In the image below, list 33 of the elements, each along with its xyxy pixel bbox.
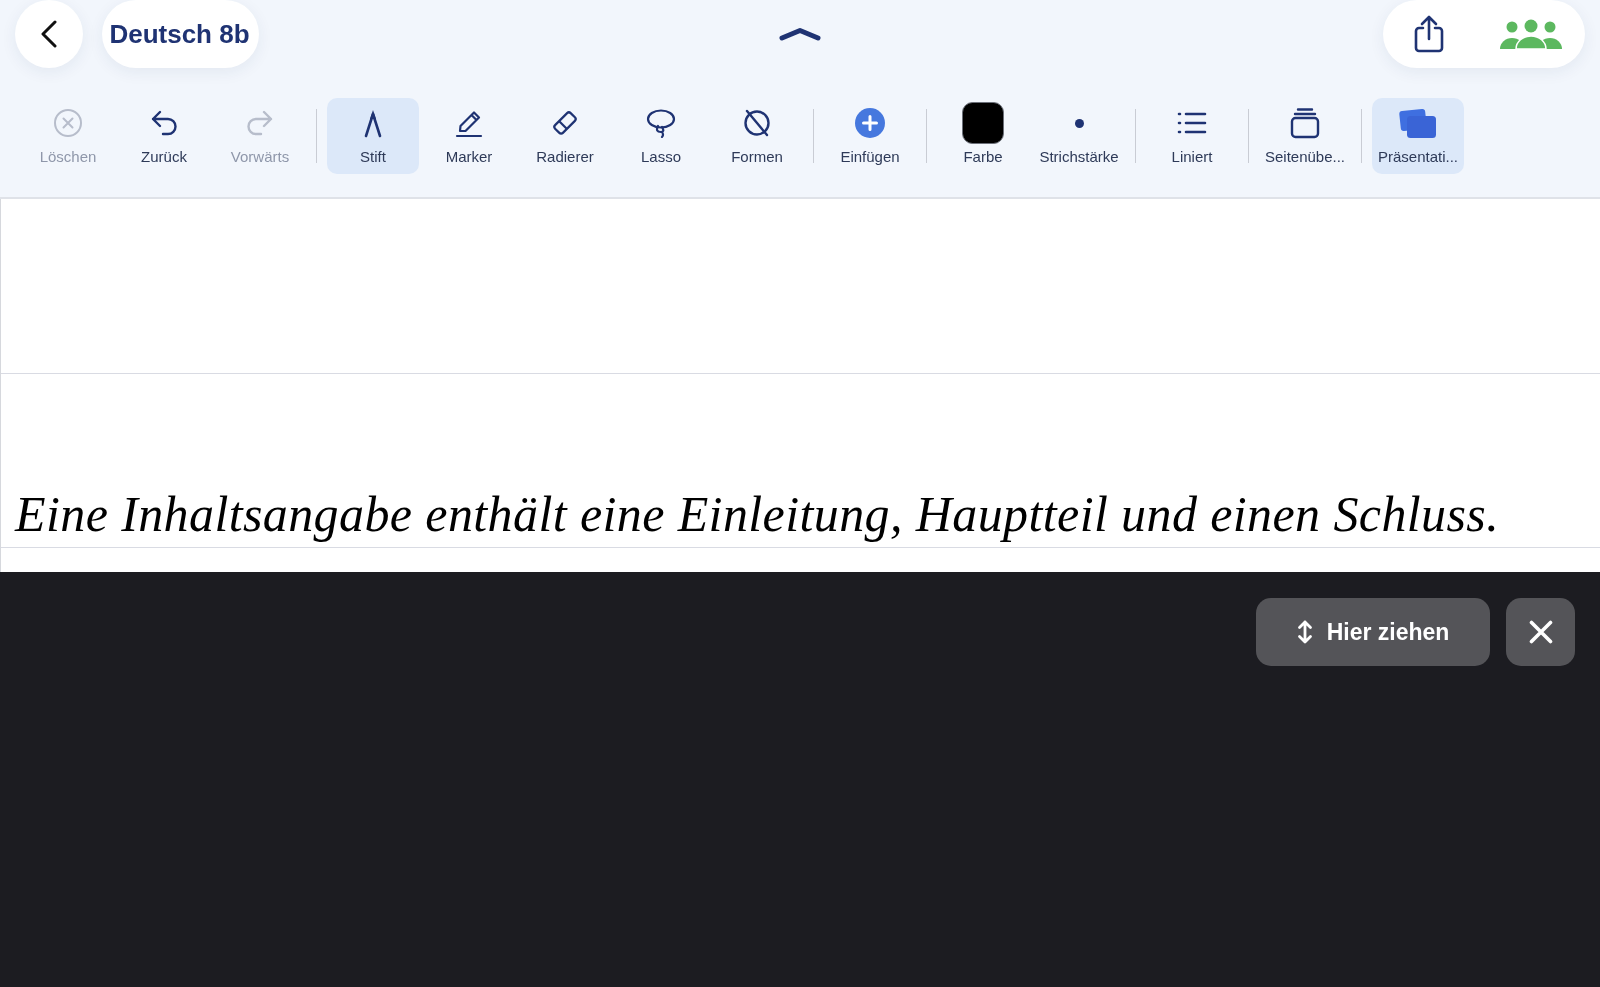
share-icon[interactable] bbox=[1413, 14, 1445, 54]
slashed-circle-icon bbox=[742, 108, 772, 138]
tool-button[interactable]: Strichstärke bbox=[1033, 98, 1125, 174]
close-icon bbox=[1528, 620, 1553, 644]
up-down-arrow-icon bbox=[1296, 619, 1313, 645]
stacked-pages-icon bbox=[1289, 107, 1321, 139]
chevron-up-icon[interactable] bbox=[779, 27, 821, 41]
tool-button[interactable]: Lasso bbox=[615, 98, 707, 174]
tool-button[interactable]: Marker bbox=[423, 98, 515, 174]
tool-button[interactable]: Präsentati... bbox=[1372, 98, 1464, 174]
pen-nib-icon bbox=[362, 108, 384, 138]
tool-button[interactable]: Zurück bbox=[118, 98, 210, 174]
dot-icon bbox=[1074, 118, 1084, 128]
document-title[interactable]: Deutsch 8b bbox=[102, 0, 259, 68]
overlapping-cards-icon bbox=[1399, 107, 1437, 139]
tool-button[interactable]: Radierer bbox=[519, 98, 611, 174]
close-button[interactable] bbox=[1506, 598, 1575, 666]
redo-icon bbox=[245, 109, 275, 137]
undo-icon bbox=[149, 109, 179, 137]
tool-button[interactable]: Farbe bbox=[937, 98, 1029, 174]
tool-button[interactable]: Einfügen bbox=[824, 98, 916, 174]
lasso-icon bbox=[645, 108, 677, 138]
eraser-icon bbox=[550, 108, 580, 138]
tool-button[interactable]: Stift bbox=[327, 98, 419, 174]
chevron-left-icon bbox=[41, 20, 57, 48]
drag-button[interactable]: Hier ziehen bbox=[1256, 598, 1490, 666]
tool-button[interactable]: Formen bbox=[711, 98, 803, 174]
handwritten-text: Eine Inhaltsangabe enthält eine Einleitung, Hauptteil und einen Schluss. bbox=[15, 489, 1500, 544]
tool-button[interactable]: Liniert bbox=[1146, 98, 1238, 174]
list-icon bbox=[1177, 111, 1207, 135]
plus-circle-icon bbox=[855, 108, 885, 138]
tool-button[interactable]: Seitenübe... bbox=[1259, 98, 1351, 174]
close-circle-icon bbox=[53, 108, 83, 138]
